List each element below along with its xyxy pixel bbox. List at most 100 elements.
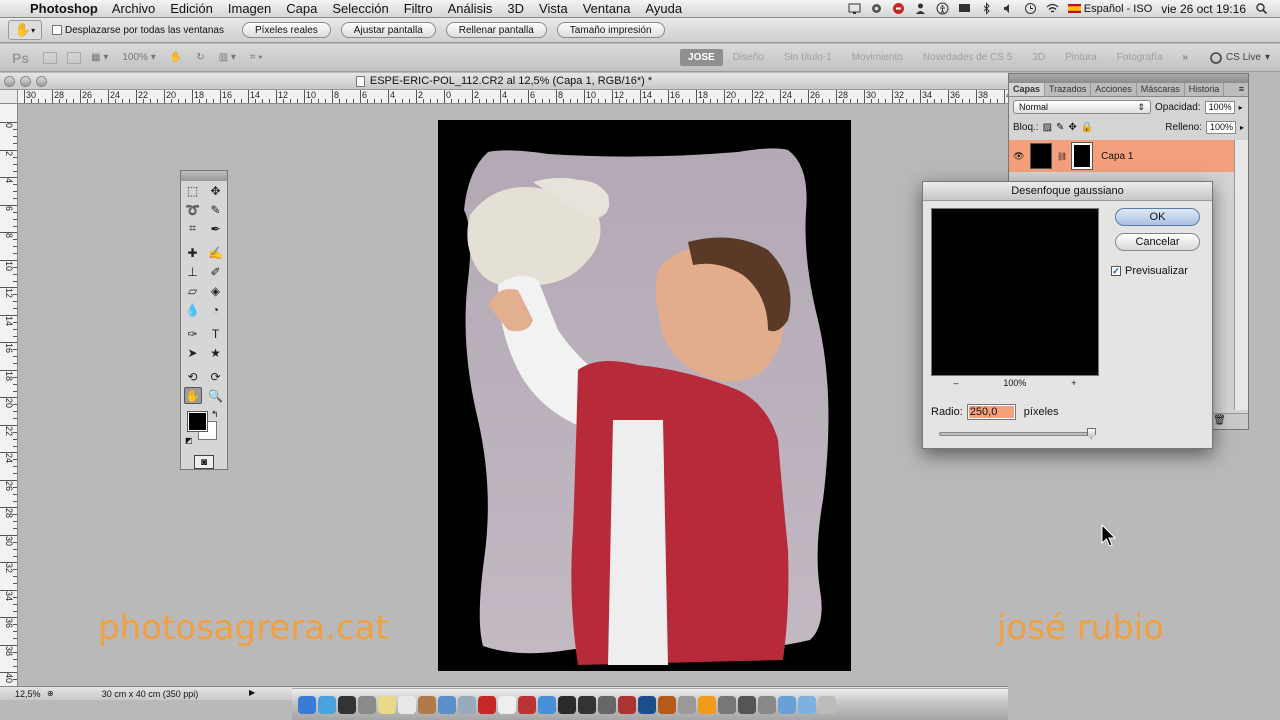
vlc-icon[interactable] bbox=[698, 695, 716, 714]
quick-selection-tool-icon[interactable]: ✎ bbox=[207, 201, 225, 218]
cs-live-menu[interactable]: CS Live ▾ bbox=[1210, 51, 1270, 64]
fill-stepper[interactable]: ▸ bbox=[1240, 123, 1244, 132]
menu-archivo[interactable]: Archivo bbox=[112, 1, 155, 16]
hand-tool-icon[interactable]: ✋ bbox=[183, 387, 202, 404]
scroll-all-windows-option[interactable]: Desplazarse por todas las ventanas bbox=[52, 25, 224, 36]
status-menu-arrow[interactable]: ▶ bbox=[249, 688, 255, 697]
safari-icon[interactable] bbox=[318, 695, 336, 714]
photo-booth-icon[interactable] bbox=[518, 695, 536, 714]
crop-tool-icon[interactable]: ⌗ bbox=[184, 220, 202, 237]
delete-layer-icon[interactable]: 🗑 bbox=[1213, 415, 1226, 426]
status-zoom[interactable]: 12,5% bbox=[0, 689, 45, 699]
bridge-app-icon[interactable] bbox=[658, 695, 676, 714]
itunes-icon[interactable] bbox=[538, 695, 556, 714]
wifi-icon[interactable] bbox=[1046, 2, 1059, 15]
iphoto-icon[interactable] bbox=[438, 695, 456, 714]
calendar-icon[interactable] bbox=[398, 695, 416, 714]
panel-menu-icon[interactable]: ≡ bbox=[1235, 83, 1248, 96]
finder-icon[interactable] bbox=[298, 695, 316, 714]
fill-input[interactable]: 100% bbox=[1205, 120, 1236, 134]
radius-slider-thumb[interactable] bbox=[1086, 428, 1096, 439]
quick-mask-icon[interactable]: ◙ bbox=[194, 455, 214, 469]
brush-tool-icon[interactable]: ✍ bbox=[207, 244, 225, 261]
clone-stamp-tool-icon[interactable]: ⊥ bbox=[184, 263, 202, 280]
opacity-input[interactable]: 100% bbox=[1204, 100, 1235, 114]
blend-mode-select[interactable]: Normal ⇕ bbox=[1013, 100, 1151, 114]
close-window-button[interactable] bbox=[4, 76, 15, 87]
textedit-icon[interactable] bbox=[498, 695, 516, 714]
menu-edicion[interactable]: Edición bbox=[170, 1, 213, 16]
3d-rotate-tool-icon[interactable]: ⟲ bbox=[184, 368, 202, 385]
opacity-stepper[interactable]: ▸ bbox=[1239, 103, 1243, 112]
clock[interactable]: vie 26 oct 19:16 bbox=[1161, 2, 1246, 16]
history-brush-tool-icon[interactable]: ✐ bbox=[207, 263, 225, 280]
fit-screen-button[interactable]: Ajustar pantalla bbox=[340, 22, 436, 38]
address-book-icon[interactable] bbox=[418, 695, 436, 714]
tool-preset-picker[interactable]: ✋ ▾ bbox=[8, 20, 42, 40]
chain-link-icon[interactable]: ⛓ bbox=[1057, 152, 1067, 161]
workspace-pintura[interactable]: Pintura bbox=[1055, 52, 1107, 63]
menu-ventana[interactable]: Ventana bbox=[583, 1, 631, 16]
paint-bucket-tool-icon[interactable]: ◈ bbox=[207, 282, 225, 299]
menu-analisis[interactable]: Análisis bbox=[448, 1, 493, 16]
lock-all-icon[interactable]: 🔒 bbox=[1081, 122, 1093, 133]
menu-capa[interactable]: Capa bbox=[286, 1, 317, 16]
rotate-view-icon[interactable]: ↻ bbox=[196, 52, 204, 63]
radius-input[interactable]: 250,0 bbox=[966, 404, 1016, 420]
hand-icon[interactable]: ✋ bbox=[170, 52, 182, 63]
workspace-fotografia[interactable]: Fotografía bbox=[1107, 52, 1173, 63]
zoom-in-button[interactable]: + bbox=[1071, 378, 1076, 388]
healing-brush-tool-icon[interactable]: ✚ bbox=[184, 244, 202, 261]
preview-checkbox[interactable]: ✓ bbox=[1111, 266, 1121, 276]
ruler-origin[interactable] bbox=[0, 90, 18, 104]
lock-position-icon[interactable]: ✥ bbox=[1068, 122, 1076, 133]
zoom-window-button[interactable] bbox=[36, 76, 47, 87]
gear-icon[interactable] bbox=[870, 2, 883, 15]
time-machine-icon[interactable] bbox=[1024, 2, 1037, 15]
ok-button[interactable]: OK bbox=[1115, 208, 1200, 226]
marquee-tool-icon[interactable]: ⬚ bbox=[184, 182, 202, 199]
dashboard-icon[interactable] bbox=[338, 695, 356, 714]
layer-mask-thumbnail[interactable] bbox=[1071, 142, 1094, 170]
blur-tool-icon[interactable]: 💧 bbox=[184, 301, 202, 318]
lock-pixels-icon[interactable]: ✎ bbox=[1056, 122, 1064, 133]
mini-bridge-icon[interactable] bbox=[67, 51, 82, 64]
visibility-eye-icon[interactable]: 👁 bbox=[1013, 151, 1025, 161]
eraser-tool-icon[interactable]: ▱ bbox=[184, 282, 202, 299]
tools-panel-header[interactable] bbox=[181, 171, 227, 181]
layer-name[interactable]: Capa 1 bbox=[1101, 151, 1133, 162]
antivirus-icon[interactable] bbox=[892, 2, 905, 15]
layers-scrollbar[interactable] bbox=[1234, 140, 1248, 410]
lasso-tool-icon[interactable]: ➰ bbox=[184, 201, 202, 218]
layers-panel-header[interactable] bbox=[1009, 74, 1248, 83]
screen-mode-menu[interactable]: ⌗ ▾ bbox=[250, 52, 263, 63]
preview-option[interactable]: ✓ Previsualizar bbox=[1111, 265, 1188, 277]
menu-imagen[interactable]: Imagen bbox=[228, 1, 271, 16]
print-size-button[interactable]: Tamaño impresión bbox=[556, 22, 665, 38]
horizontal-ruler[interactable]: 30 28 26 24 22 20 18 16 14 12 10 8 6 4 2 0 2 4 6 8 10 12 14 16 1… bbox=[18, 90, 1008, 104]
downloads-folder-icon[interactable] bbox=[778, 695, 796, 714]
game-icon[interactable] bbox=[618, 695, 636, 714]
quicktime-icon[interactable] bbox=[558, 695, 576, 714]
type-tool-icon[interactable]: T bbox=[207, 325, 225, 342]
applications-folder-icon[interactable] bbox=[798, 695, 816, 714]
notes-icon[interactable] bbox=[378, 695, 396, 714]
tab-mascaras[interactable]: Máscaras bbox=[1137, 83, 1185, 96]
vertical-ruler[interactable]: 0 2 4 6 8 10 12 14 16 18 20 22 24 26 28 30 32 34 36 38 40 bbox=[0, 104, 18, 686]
layer-row[interactable]: 👁 ⛓ Capa 1 bbox=[1009, 140, 1234, 172]
workspace-3d[interactable]: 3D bbox=[1022, 52, 1055, 63]
zoom-tool-icon[interactable]: 🔍 bbox=[207, 387, 225, 404]
lock-transparency-icon[interactable]: ▨ bbox=[1043, 122, 1052, 133]
final-cut-icon[interactable] bbox=[738, 695, 756, 714]
stickies-icon[interactable] bbox=[478, 695, 496, 714]
path-selection-tool-icon[interactable]: ➤ bbox=[184, 344, 202, 361]
menu-vista[interactable]: Vista bbox=[539, 1, 568, 16]
workspace-novedades[interactable]: Novedades de CS 5 bbox=[913, 52, 1023, 63]
display-icon[interactable] bbox=[958, 2, 971, 15]
layer-thumbnail[interactable] bbox=[1030, 143, 1052, 169]
utilities-icon[interactable] bbox=[718, 695, 736, 714]
scroll-all-checkbox[interactable] bbox=[52, 25, 62, 35]
mail-icon[interactable] bbox=[358, 695, 376, 714]
3d-orbit-tool-icon[interactable]: ⟳ bbox=[207, 368, 225, 385]
input-language-menu[interactable]: Español - ISO bbox=[1067, 3, 1152, 15]
